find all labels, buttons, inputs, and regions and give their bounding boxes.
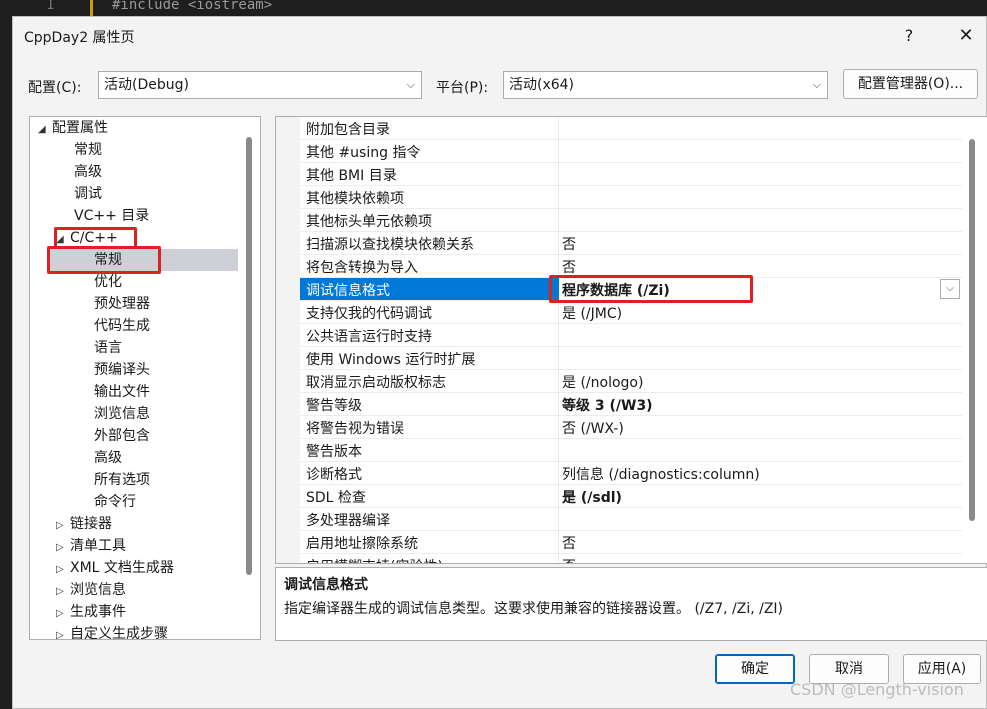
tree-item-general[interactable]: 常规 bbox=[74, 139, 102, 161]
tree-item-cpp-advanced[interactable]: 高级 bbox=[94, 447, 122, 469]
collapsed-icon: ▷ bbox=[56, 542, 64, 553]
tree-item-browse-info[interactable]: 浏览信息 bbox=[94, 403, 150, 425]
property-grid: 附加包含目录 其他 #using 指令 其他 BMI 目录 其他模块依赖项 其他… bbox=[275, 116, 987, 564]
tree-item-manifest-tool[interactable]: ▷ 清单工具 bbox=[56, 535, 126, 557]
description-panel: 调试信息格式 指定编译器生成的调试信息类型。这要求使用兼容的链接器设置。 (/Z… bbox=[275, 567, 987, 641]
collapsed-icon: ▷ bbox=[56, 520, 64, 531]
code-line: #include <iostream> bbox=[112, 0, 273, 13]
help-button[interactable]: ? bbox=[897, 23, 921, 49]
tree-item-browse-information[interactable]: ▷ 浏览信息 bbox=[56, 579, 126, 601]
tree-item-language[interactable]: 语言 bbox=[94, 337, 122, 359]
config-value: 活动(Debug) bbox=[104, 77, 189, 93]
table-row[interactable]: 其他 #using 指令 bbox=[300, 140, 962, 163]
table-row[interactable]: 启用地址擦除系统否 bbox=[300, 531, 962, 554]
line-number: 1 bbox=[46, 0, 55, 13]
tree-item-config-properties[interactable]: ◢ 配置属性 bbox=[38, 117, 108, 139]
description-text: 指定编译器生成的调试信息类型。这要求使用兼容的链接器设置。 (/Z7, /Zi,… bbox=[284, 601, 784, 617]
platform-value: 活动(x64) bbox=[509, 77, 575, 93]
chevron-down-icon: ⌵ bbox=[406, 78, 415, 91]
table-row[interactable]: 其他 BMI 目录 bbox=[300, 163, 962, 186]
window-title: CppDay2 属性页 bbox=[24, 30, 135, 46]
tree-item-code-generation[interactable]: 代码生成 bbox=[94, 315, 150, 337]
collapsed-icon: ▷ bbox=[56, 630, 64, 640]
collapsed-icon: ▷ bbox=[56, 608, 64, 619]
highlight-general bbox=[47, 246, 161, 274]
table-row[interactable]: 多处理器编译 bbox=[300, 508, 962, 531]
config-select[interactable]: 活动(Debug) ⌵ bbox=[98, 71, 422, 99]
tree-item-external-includes[interactable]: 外部包含 bbox=[94, 425, 150, 447]
config-manager-button[interactable]: 配置管理器(O)... bbox=[843, 69, 978, 99]
tree-scrollbar[interactable] bbox=[246, 137, 252, 575]
table-row[interactable]: 启用模糊支持(实验性)否 bbox=[300, 554, 962, 563]
table-row[interactable]: 诊断格式 列信息 (/diagnostics:column) bbox=[300, 462, 962, 485]
table-row[interactable]: 其他标头单元依赖项 bbox=[300, 209, 962, 232]
table-row[interactable]: 其他模块依赖项 bbox=[300, 186, 962, 209]
description-title: 调试信息格式 bbox=[284, 577, 368, 593]
watermark: CSDN @Length-vision bbox=[790, 680, 964, 699]
table-row[interactable]: 警告等级 等级 3 (/W3) bbox=[300, 393, 962, 416]
close-icon[interactable]: ✕ bbox=[953, 23, 979, 49]
platform-select[interactable]: 活动(x64) ⌵ bbox=[503, 71, 828, 99]
table-row[interactable]: 公共语言运行时支持 bbox=[300, 324, 962, 347]
table-row[interactable]: 警告版本 bbox=[300, 439, 962, 462]
tree-item-advanced[interactable]: 高级 bbox=[74, 161, 102, 183]
table-row[interactable]: 取消显示启动版权标志是 (/nologo) bbox=[300, 370, 962, 393]
table-row[interactable]: 附加包含目录 bbox=[300, 117, 962, 140]
collapsed-icon: ▷ bbox=[56, 586, 64, 597]
tree-item-output-files[interactable]: 输出文件 bbox=[94, 381, 150, 403]
config-label: 配置(C): bbox=[28, 80, 82, 96]
table-row[interactable]: SDL 检查是 (/sdl) bbox=[300, 485, 962, 508]
table-row[interactable]: 扫描源以查找模块依赖关系否 bbox=[300, 232, 962, 255]
tree-item-linker[interactable]: ▷ 链接器 bbox=[56, 513, 112, 535]
table-row[interactable]: 使用 Windows 运行时扩展 bbox=[300, 347, 962, 370]
tree-item-vc-directories[interactable]: VC++ 目录 bbox=[74, 205, 149, 227]
tree-item-all-options[interactable]: 所有选项 bbox=[94, 469, 150, 491]
grid-scrollbar[interactable] bbox=[969, 139, 975, 521]
property-tree: ◢ 配置属性 常规 高级 调试 VC++ 目录 ◢ C/C++ 常规 优化 预处理器… bbox=[29, 116, 261, 640]
collapsed-icon: ▷ bbox=[56, 564, 64, 575]
tree-item-xml-doc-generator[interactable]: ▷ XML 文档生成器 bbox=[56, 557, 174, 579]
chevron-down-icon[interactable]: ⌵ bbox=[940, 279, 960, 299]
expanded-icon: ◢ bbox=[38, 124, 46, 135]
highlight-debug-format bbox=[549, 275, 753, 303]
grid-gutter bbox=[276, 117, 300, 563]
platform-label: 平台(P): bbox=[436, 80, 489, 96]
table-row[interactable]: 支持仅我的代码调试是 (/JMC) bbox=[300, 301, 962, 324]
tree-item-optimization[interactable]: 优化 bbox=[94, 271, 122, 293]
tree-item-build-events[interactable]: ▷ 生成事件 bbox=[56, 601, 126, 623]
tree-item-preprocessor[interactable]: 预处理器 bbox=[94, 293, 150, 315]
ok-button[interactable]: 确定 bbox=[715, 654, 795, 684]
tree-item-precompiled-headers[interactable]: 预编译头 bbox=[94, 359, 150, 381]
property-pages-dialog: CppDay2 属性页 ? ✕ 配置(C): 活动(Debug) ⌵ 平台(P)… bbox=[12, 16, 987, 709]
tree-item-custom-build-step[interactable]: ▷ 自定义生成步骤 bbox=[56, 623, 168, 640]
tree-item-command-line[interactable]: 命令行 bbox=[94, 491, 136, 513]
chevron-down-icon: ⌵ bbox=[812, 78, 821, 91]
tree-item-debugging[interactable]: 调试 bbox=[74, 183, 102, 205]
title-bar: CppDay2 属性页 ? ✕ bbox=[13, 17, 986, 55]
table-row[interactable]: 将警告视为错误否 (/WX-) bbox=[300, 416, 962, 439]
